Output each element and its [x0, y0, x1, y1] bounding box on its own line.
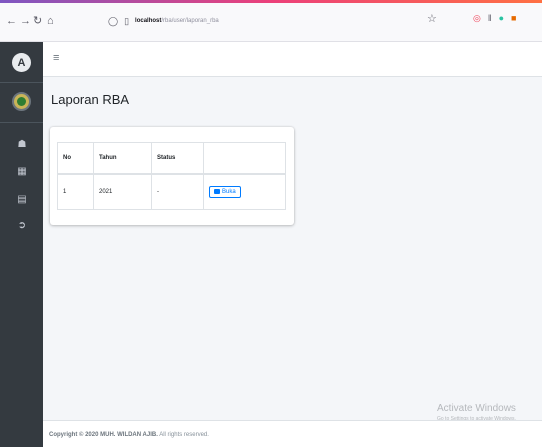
logout-icon[interactable]: ➲ — [15, 220, 29, 231]
cell-action: Buka — [203, 173, 286, 210]
home-icon[interactable]: ⌂ — [47, 14, 54, 28]
sidebar-divider — [0, 122, 43, 123]
pocket-icon[interactable]: ◎ — [473, 13, 481, 24]
sidebar-divider — [0, 82, 43, 83]
chart-icon[interactable]: ▤ — [15, 194, 29, 205]
bookmark-star-icon[interactable]: ☆ — [427, 12, 437, 25]
report-card: No Tahun Status 1 2021 - Buka — [50, 127, 294, 225]
cell-no: 1 — [57, 173, 94, 210]
table-header-row: No Tahun Status — [57, 142, 286, 175]
shield-icon: ◯ — [108, 15, 119, 26]
sidebar: A ☗ ▦ ▤ ➲ — [0, 42, 43, 447]
cell-tahun: 2021 — [93, 173, 152, 210]
grid-icon[interactable]: ▦ — [15, 166, 29, 177]
address-bar[interactable]: ◯ ▯ localhost/rba/user/laporan_rba — [108, 12, 408, 30]
footer-suffix: All rights reserved. — [157, 432, 209, 438]
footer: Copyright © 2020 MUH. WILDAN AJIB. All r… — [43, 420, 542, 447]
column-header-no: No — [57, 142, 94, 175]
reload-icon[interactable]: ↻ — [33, 14, 42, 28]
library-icon[interactable]: ‖ — [488, 13, 492, 24]
brand-logo[interactable]: A — [12, 53, 31, 72]
extension-green-icon[interactable]: ● — [499, 13, 504, 24]
footer-prefix: Copyright © 2020 — [49, 432, 101, 438]
folder-icon — [214, 189, 220, 195]
cell-status: - — [151, 173, 204, 210]
open-report-label: Buka — [222, 188, 236, 195]
column-header-tahun: Tahun — [93, 142, 152, 175]
footer-author[interactable]: MUH. WILDAN AJIB. — [100, 432, 158, 438]
table-row: 1 2021 - Buka — [57, 173, 286, 210]
watermark-title: Activate Windows — [437, 403, 516, 414]
menu-toggle-icon[interactable]: ≡ — [53, 52, 59, 64]
column-header-status: Status — [151, 142, 204, 175]
lock-extension-icon[interactable]: ■ — [511, 13, 516, 24]
home-icon[interactable]: ☗ — [15, 139, 29, 150]
brand-letter: A — [17, 56, 26, 69]
user-avatar[interactable] — [12, 92, 31, 111]
page-icon: ▯ — [124, 15, 130, 26]
top-navbar: ≡ — [43, 42, 542, 77]
report-table: No Tahun Status 1 2021 - Buka — [57, 142, 286, 210]
url-host: localhost — [135, 18, 162, 24]
open-report-button[interactable]: Buka — [209, 185, 241, 198]
column-header-action — [203, 142, 286, 175]
page-title: Laporan RBA — [51, 92, 130, 107]
extension-icons: ◎ ‖ ● ■ — [473, 13, 516, 24]
url-path: /rba/user/laporan_rba — [161, 18, 219, 24]
back-arrow-icon[interactable]: ← — [6, 14, 17, 28]
browser-toolbar: ← → ↻ ⌂ ◯ ▯ localhost/rba/user/laporan_r… — [0, 0, 542, 42]
forward-arrow-icon[interactable]: → — [20, 14, 31, 28]
